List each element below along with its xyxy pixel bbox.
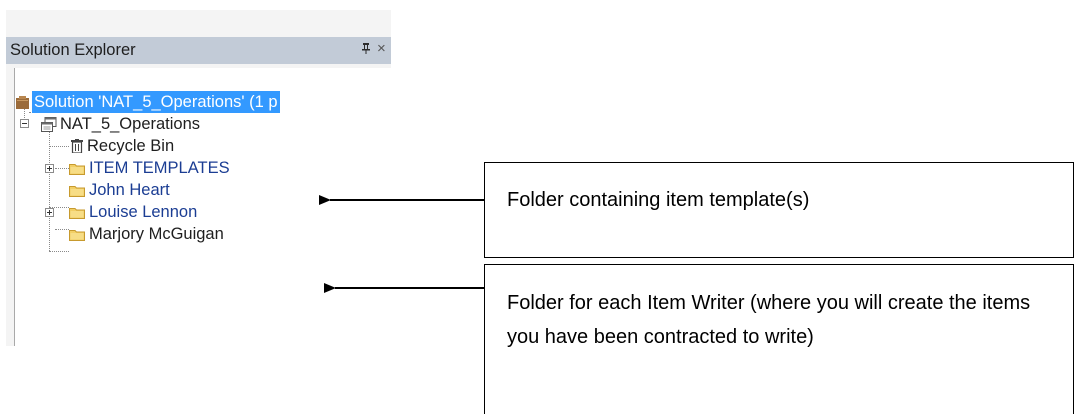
collapse-expander[interactable] (20, 119, 29, 128)
folder-icon (69, 208, 85, 219)
tree-item-label: ITEM TEMPLATES (89, 159, 230, 177)
tree-connector (49, 146, 69, 147)
tree-item-label: Solution 'NAT_5_Operations' (1 p (32, 91, 280, 113)
solution-explorer-title-bar: Solution Explorer × (6, 37, 391, 64)
expand-expander[interactable] (45, 164, 54, 173)
folder-icon (69, 186, 85, 197)
recycle-bin-icon (71, 139, 83, 153)
tree-connector (55, 229, 69, 230)
close-icon[interactable]: × (377, 40, 386, 57)
solution-explorer-body: Solution 'NAT_5_Operations' (1 p NAT_5_O… (6, 64, 392, 346)
callout-item-templates: Folder containing item template(s) (484, 162, 1074, 258)
folder-icon (69, 164, 85, 175)
tree-item-label: Marjory McGuigan (89, 225, 224, 243)
tree-item-label: John Heart (89, 181, 170, 199)
panel-top-strip (6, 10, 391, 37)
folder-icon (69, 230, 85, 241)
project-icon (41, 117, 57, 132)
tree-item-label: Louise Lennon (89, 203, 198, 221)
tree-connector (49, 122, 50, 251)
callout-text: Folder for each Item Writer (where you w… (507, 292, 1031, 348)
callout-text: Folder containing item template(s) (507, 189, 810, 211)
solution-icon (16, 96, 29, 109)
tree-connector (55, 168, 69, 169)
tree-connector (49, 251, 69, 252)
callout-item-writer-folders: Folder for each Item Writer (where you w… (484, 264, 1074, 414)
solution-tree: Solution 'NAT_5_Operations' (1 p NAT_5_O… (14, 68, 392, 346)
tree-item-label: NAT_5_Operations (60, 115, 201, 133)
tree-item-label: Recycle Bin (87, 137, 175, 155)
expand-expander[interactable] (45, 208, 54, 217)
pin-icon[interactable] (361, 42, 371, 58)
panel-title: Solution Explorer (10, 41, 136, 59)
pin-icon-glyph (362, 43, 370, 54)
